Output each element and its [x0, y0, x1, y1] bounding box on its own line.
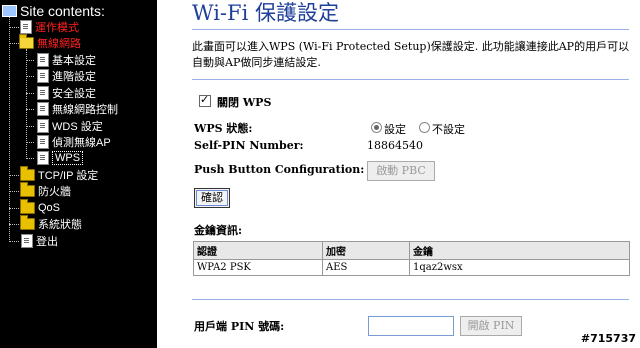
table-header: 金鑰 — [409, 241, 630, 260]
pbc-label: Push Button Configuration: — [194, 163, 365, 176]
table-cell: AES — [322, 259, 410, 276]
site-contents-root: Site contents: — [2, 3, 105, 19]
table-header-row: 認證 加密 金鑰 — [193, 241, 630, 260]
sidebar-item-basic[interactable]: 基本設定 — [37, 52, 96, 68]
sidebar-tree: Site contents: 運作模式 無線網路 基本設定 進階設定 安全設定 … — [0, 0, 157, 348]
status-unconfigured-label: 不設定 — [432, 123, 465, 136]
sidebar-item-label: TCP/IP 設定 — [38, 170, 99, 182]
table-header: 認證 — [193, 241, 323, 260]
table-cell: WPA2 PSK — [193, 259, 323, 276]
page-icon — [37, 151, 49, 165]
table-header: 加密 — [322, 241, 410, 260]
start-pbc-button[interactable]: 啟動 PBC — [367, 161, 435, 181]
page-icon — [37, 119, 49, 133]
self-pin-label: Self-PIN Number: — [194, 139, 304, 152]
sidebar-item-label: 偵測無線AP — [52, 137, 111, 149]
sidebar-item-label: 無線網路 — [37, 38, 81, 50]
page-icon — [21, 234, 33, 248]
sidebar-item-firewall[interactable]: 防火牆 — [20, 182, 71, 199]
sidebar-item-label: 系統狀態 — [38, 219, 82, 231]
watermark: #715737 — [580, 332, 636, 345]
page-icon — [37, 135, 49, 149]
sidebar-item-label: 基本設定 — [52, 55, 96, 67]
sidebar-item-site-survey[interactable]: 偵測無線AP — [37, 134, 111, 150]
folder-icon — [20, 182, 35, 197]
page-icon — [20, 20, 32, 34]
description-divider — [192, 79, 629, 80]
main-panel: Wi-Fi 保護設定 此畫面可以進入WPS (Wi-Fi Protected S… — [157, 0, 640, 348]
folder-open-icon — [19, 34, 34, 49]
page-icon — [37, 69, 49, 83]
start-pin-button[interactable]: 開啟 PIN — [460, 316, 522, 336]
sidebar-item-advanced[interactable]: 進階設定 — [37, 68, 96, 84]
disable-wps-label: 關閉 WPS — [217, 96, 272, 109]
sidebar-item-label: 安全設定 — [52, 88, 96, 100]
folder-icon — [20, 199, 35, 214]
sidebar-item-wps[interactable]: WPS — [37, 150, 84, 166]
client-pin-input[interactable] — [368, 316, 454, 336]
folder-icon — [20, 166, 35, 181]
sidebar-item-label: 登出 — [36, 236, 58, 248]
pin-divider — [192, 299, 629, 300]
sidebar-item-label: 防火牆 — [38, 186, 71, 198]
folder-icon — [20, 215, 35, 230]
status-unconfigured-radio[interactable] — [419, 122, 430, 133]
sidebar-item-label: 進階設定 — [52, 71, 96, 83]
page-icon — [37, 102, 49, 116]
sidebar-item-wireless[interactable]: 無線網路 — [19, 34, 81, 51]
disable-wps-checkbox[interactable] — [199, 93, 211, 107]
sidebar-item-label: 運作模式 — [35, 22, 79, 34]
status-configured-radio[interactable] — [371, 122, 382, 133]
sidebar-item-tcpip[interactable]: TCP/IP 設定 — [20, 166, 99, 183]
page-icon — [37, 53, 49, 67]
self-pin-value: 18864540 — [367, 139, 423, 152]
client-pin-label: 用戶端 PIN 號碼: — [194, 320, 285, 333]
sidebar-item-label: WDS 設定 — [52, 121, 103, 133]
page-icon — [37, 86, 49, 100]
table-cell: 1qaz2wsx — [409, 259, 630, 276]
computer-icon — [2, 5, 17, 17]
sidebar-item-mode[interactable]: 運作模式 — [20, 19, 79, 35]
title-divider — [192, 29, 629, 30]
sidebar-title: Site contents: — [20, 3, 105, 19]
sidebar-item-logout[interactable]: 登出 — [21, 233, 58, 249]
sidebar-item-qos[interactable]: QoS — [20, 199, 61, 216]
sidebar-item-security[interactable]: 安全設定 — [37, 85, 96, 101]
sidebar-item-label: 無線網路控制 — [52, 104, 118, 116]
table-row: WPA2 PSK AES 1qaz2wsx — [193, 259, 630, 276]
key-info-label: 金鑰資訊: — [194, 224, 243, 237]
status-configured-label: 設定 — [384, 123, 406, 136]
key-info-table: 認證 加密 金鑰 WPA2 PSK AES 1qaz2wsx — [193, 241, 630, 276]
sidebar-item-wds[interactable]: WDS 設定 — [37, 118, 103, 134]
wps-status-label: WPS 狀態: — [194, 122, 253, 135]
page-description: 此畫面可以進入WPS (Wi-Fi Protected Setup)保護設定. … — [192, 40, 630, 69]
apply-button[interactable]: 確認 — [194, 188, 230, 208]
sidebar-item-label: QoS — [38, 202, 61, 214]
sidebar-item-label: WPS — [52, 151, 84, 165]
sidebar-item-access-control[interactable]: 無線網路控制 — [37, 101, 118, 117]
sidebar: Site contents: 運作模式 無線網路 基本設定 進階設定 安全設定 … — [0, 0, 157, 348]
page-title: Wi-Fi 保護設定 — [192, 1, 339, 25]
sidebar-item-status[interactable]: 系統狀態 — [20, 215, 82, 232]
